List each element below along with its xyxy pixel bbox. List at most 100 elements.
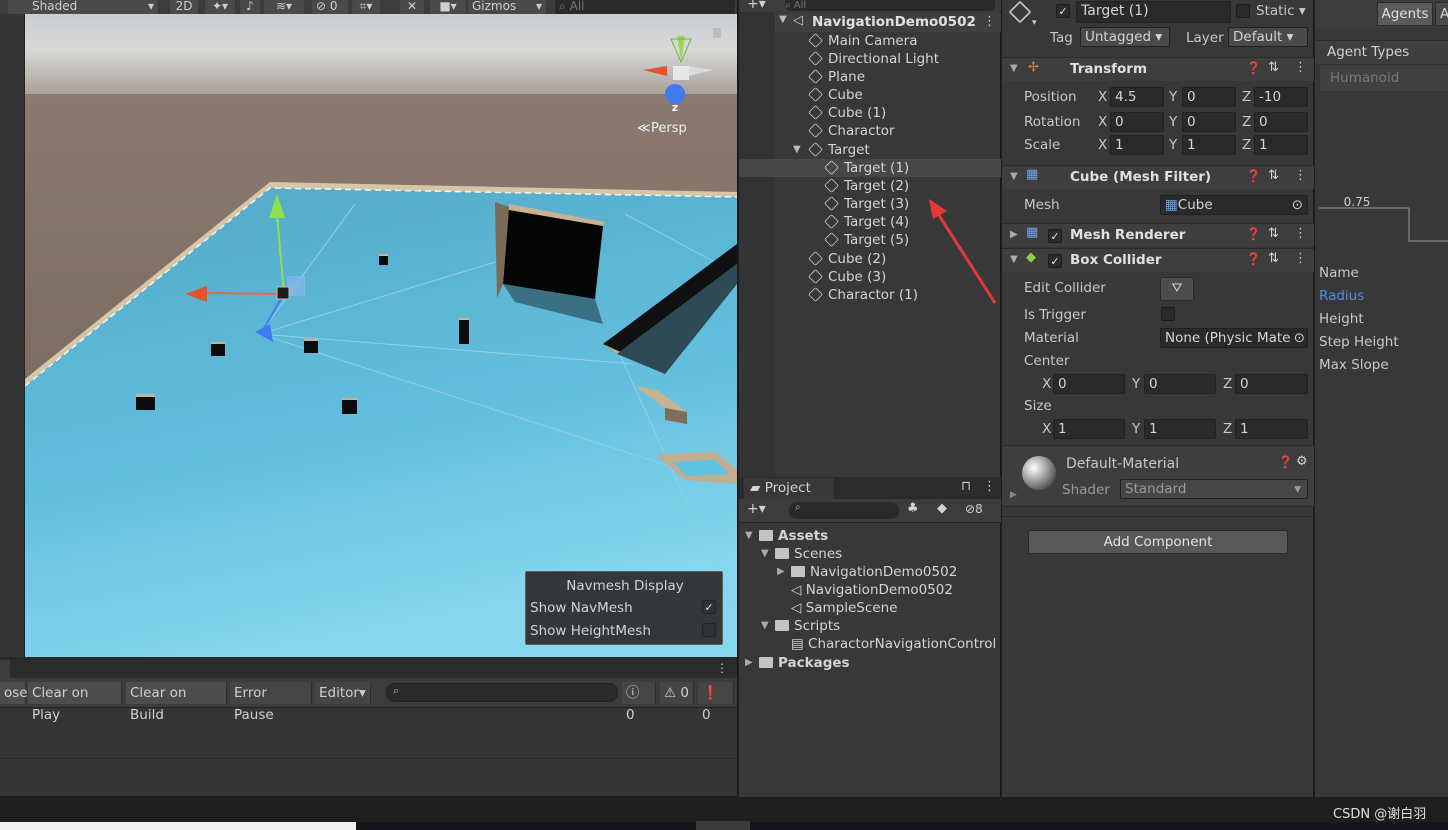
active-checkbox[interactable]: ✓ bbox=[1056, 4, 1070, 18]
rotation-z-field[interactable]: 0 bbox=[1254, 112, 1308, 132]
hierarchy-search-input[interactable]: ⌕ All bbox=[785, 0, 995, 11]
hierarchy-item[interactable]: Plane bbox=[808, 68, 865, 86]
audio-toggle-icon[interactable]: ♪ bbox=[240, 0, 260, 14]
expand-arrow-icon[interactable]: ▼ bbox=[793, 141, 801, 159]
box-collider-enabled-checkbox[interactable]: ✓ bbox=[1048, 254, 1062, 268]
camera-icon[interactable]: ■▾ bbox=[430, 0, 466, 14]
component-menu-icon[interactable]: ⋮ bbox=[1294, 60, 1307, 75]
add-component-button[interactable]: Add Component bbox=[1028, 530, 1288, 554]
expand-arrow-icon[interactable]: ▼ bbox=[761, 545, 769, 563]
hidden-packages-icon[interactable]: ⊘8 bbox=[965, 502, 983, 516]
transform-header[interactable]: ▼ ✢ Transform ❓ ⇅ ⋮ bbox=[1002, 57, 1314, 81]
static-checkbox[interactable] bbox=[1236, 4, 1250, 18]
lighting-toggle-icon[interactable]: ✦▾ bbox=[205, 0, 235, 14]
preset-icon[interactable]: ⇅ bbox=[1268, 60, 1279, 75]
project-search-input[interactable]: ⌕ bbox=[789, 502, 899, 519]
project-tree-item[interactable]: ▼ Scenes bbox=[761, 545, 842, 563]
position-x-field[interactable]: 4.5 bbox=[1110, 87, 1164, 107]
hierarchy-item[interactable]: Target (4) bbox=[824, 213, 909, 231]
help-icon[interactable]: ❓ bbox=[1278, 455, 1293, 469]
clear-on-play-button[interactable]: Clear on Play bbox=[28, 682, 122, 723]
taskbar-app-icon[interactable] bbox=[696, 821, 750, 830]
show-heightmesh-checkbox[interactable] bbox=[702, 623, 716, 637]
collapse-arrow-icon[interactable]: ▶ bbox=[777, 563, 785, 581]
size-z-field[interactable]: 1 bbox=[1235, 419, 1308, 439]
shader-dropdown[interactable]: Standard ▾ bbox=[1120, 479, 1308, 499]
grid-snap-icon[interactable]: ⌗▾ bbox=[352, 0, 380, 14]
expand-arrow-icon[interactable]: ▼ bbox=[761, 617, 769, 635]
edit-collider-button[interactable]: ⛛ bbox=[1160, 277, 1194, 301]
hierarchy-item[interactable]: ▼ Target bbox=[793, 141, 870, 159]
object-picker-icon[interactable]: ⊙ bbox=[1292, 196, 1303, 214]
center-z-field[interactable]: 0 bbox=[1235, 374, 1308, 394]
tag-dropdown[interactable]: Untagged ▾ bbox=[1080, 27, 1170, 47]
help-icon[interactable]: ❓ bbox=[1246, 61, 1261, 75]
agent-type-row[interactable]: Humanoid bbox=[1319, 64, 1448, 92]
scene-search-input[interactable]: ⌕ All bbox=[555, 0, 735, 14]
areas-tab[interactable]: A bbox=[1435, 2, 1448, 26]
is-trigger-checkbox[interactable] bbox=[1161, 307, 1175, 321]
collapse-arrow-icon[interactable]: ▶ bbox=[745, 654, 753, 672]
component-menu-icon[interactable]: ⋮ bbox=[1294, 251, 1307, 266]
hierarchy-item[interactable]: Cube bbox=[808, 86, 863, 104]
scale-z-field[interactable]: 1 bbox=[1254, 135, 1308, 155]
size-y-field[interactable]: 1 bbox=[1144, 419, 1216, 439]
messages-toggle[interactable]: ⓘ 0 bbox=[622, 682, 656, 723]
scene-menu-icon[interactable]: ⋮ bbox=[983, 14, 996, 29]
clear-on-build-button[interactable]: Clear on Build bbox=[126, 682, 227, 723]
scale-y-field[interactable]: 1 bbox=[1182, 135, 1236, 155]
errors-toggle[interactable]: ❗ 0 bbox=[698, 682, 734, 723]
hierarchy-item[interactable]: Charactor (1) bbox=[808, 286, 918, 304]
hidden-objects-button[interactable]: ⊘ 0 bbox=[312, 0, 348, 14]
scene-view[interactable]: Shaded ▾ 2D ✦▾ ♪ ≋▾ ⊘ 0 ⌗▾ ✕ ■▾ Gizmos ▾… bbox=[0, 0, 737, 660]
project-tree-item[interactable]: ▤ CharactorNavigationControl bbox=[791, 635, 996, 653]
help-icon[interactable]: ❓ bbox=[1246, 227, 1261, 241]
rotation-y-field[interactable]: 0 bbox=[1182, 112, 1236, 132]
rotation-x-field[interactable]: 0 bbox=[1110, 112, 1164, 132]
help-icon[interactable]: ❓ bbox=[1246, 252, 1261, 266]
center-x-field[interactable]: 0 bbox=[1053, 374, 1125, 394]
component-menu-icon[interactable]: ⋮ bbox=[1294, 226, 1307, 241]
hierarchy-item[interactable]: Cube (3) bbox=[808, 268, 886, 286]
static-dropdown[interactable]: Static ▾ bbox=[1256, 3, 1306, 19]
material-section[interactable]: ▶ Default-Material ❓ ⚙ Shader Standard ▾ bbox=[1002, 445, 1314, 507]
project-menu-icon[interactable]: ⋮ bbox=[983, 479, 996, 494]
hierarchy-item[interactable]: Cube (2) bbox=[808, 250, 886, 268]
preset-icon[interactable]: ⇅ bbox=[1268, 226, 1279, 241]
shading-mode-dropdown[interactable]: Shaded ▾ bbox=[8, 0, 158, 14]
position-y-field[interactable]: 0 bbox=[1182, 87, 1236, 107]
hierarchy-item[interactable]: Target (5) bbox=[824, 231, 909, 249]
component-menu-icon[interactable]: ⋮ bbox=[1294, 168, 1307, 183]
projection-label[interactable]: Persp bbox=[651, 121, 687, 136]
mesh-renderer-header[interactable]: ▶ ▦ ✓ Mesh Renderer ❓ ⇅ ⋮ bbox=[1002, 223, 1314, 247]
hierarchy-item[interactable]: Cube (1) bbox=[808, 104, 886, 122]
scene-viewport[interactable]: z Persp ≪ Navmesh Display Show NavMesh ✓… bbox=[25, 14, 737, 657]
object-picker-icon[interactable]: ⊙ bbox=[1293, 329, 1305, 347]
editor-dropdown[interactable]: Editor▾ bbox=[315, 682, 371, 704]
console-search-input[interactable]: ⌕ bbox=[386, 683, 618, 702]
tools-icon[interactable]: ✕ bbox=[400, 0, 424, 14]
preset-icon[interactable]: ⇅ bbox=[1268, 168, 1279, 183]
position-z-field[interactable]: -10 bbox=[1254, 87, 1308, 107]
hierarchy-item[interactable]: Charactor bbox=[808, 122, 895, 140]
collapse-button[interactable]: ose bbox=[0, 682, 28, 704]
help-icon[interactable]: ❓ bbox=[1246, 169, 1261, 183]
create-icon[interactable]: +▾ bbox=[747, 501, 766, 517]
lock-icon[interactable] bbox=[713, 28, 721, 38]
lock-icon[interactable]: ⊓ bbox=[961, 479, 971, 494]
scale-x-field[interactable]: 1 bbox=[1110, 135, 1164, 155]
hierarchy-item[interactable]: Main Camera bbox=[808, 32, 918, 50]
preset-icon[interactable]: ⇅ bbox=[1268, 251, 1279, 266]
project-tree-item[interactable]: ▶ NavigationDemo0502 bbox=[777, 563, 957, 581]
project-tree-item[interactable]: ▼ Assets bbox=[745, 527, 828, 545]
mesh-filter-header[interactable]: ▼ ▦ Cube (Mesh Filter) ❓ ⇅ ⋮ bbox=[1002, 165, 1314, 189]
project-tree-item[interactable]: ◁ NavigationDemo0502 bbox=[791, 581, 953, 599]
add-icon[interactable]: +▾ bbox=[747, 0, 766, 12]
show-navmesh-checkbox[interactable]: ✓ bbox=[702, 600, 716, 614]
agents-tab[interactable]: Agents bbox=[1377, 2, 1433, 26]
mesh-renderer-enabled-checkbox[interactable]: ✓ bbox=[1048, 229, 1062, 243]
project-tree-item[interactable]: ▶ Packages bbox=[745, 654, 850, 672]
layer-dropdown[interactable]: Default ▾ bbox=[1228, 27, 1308, 47]
hierarchy-item[interactable]: Directional Light bbox=[808, 50, 939, 68]
warnings-toggle[interactable]: ⚠ 0 bbox=[660, 682, 694, 704]
